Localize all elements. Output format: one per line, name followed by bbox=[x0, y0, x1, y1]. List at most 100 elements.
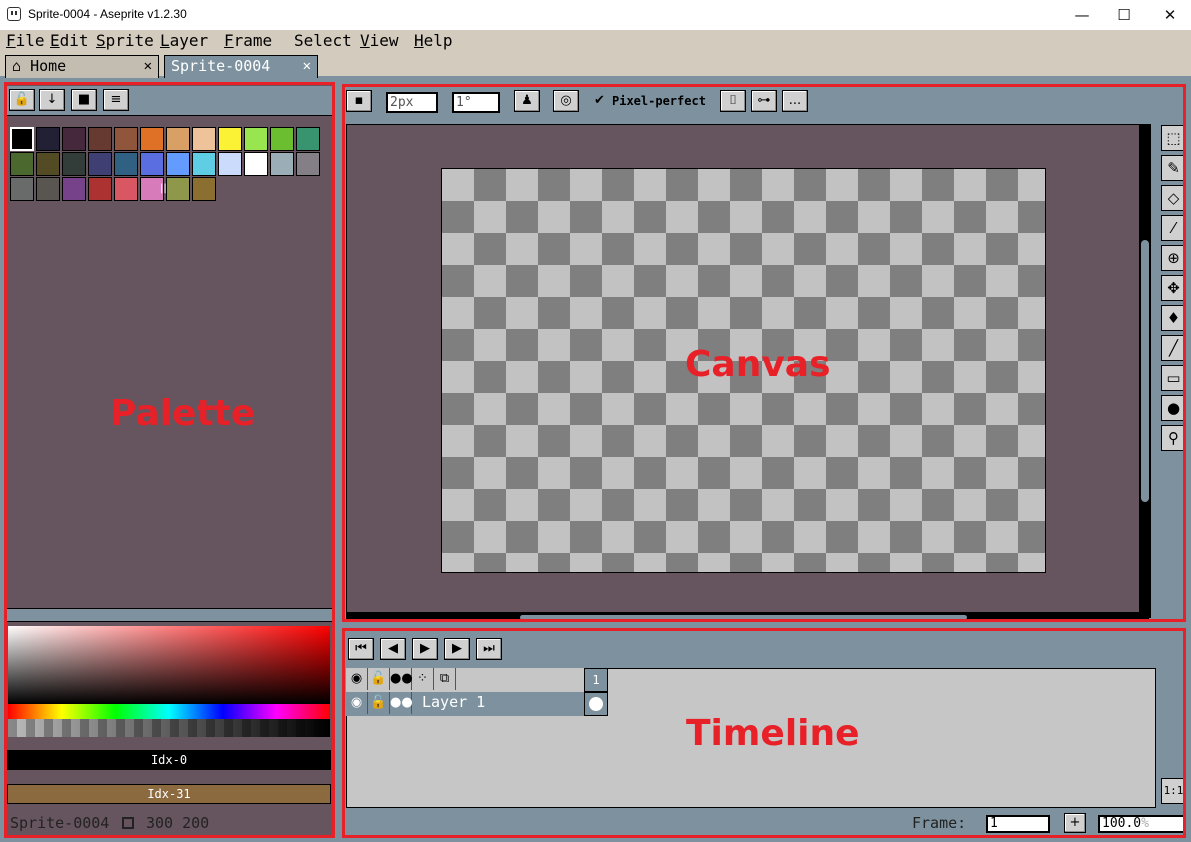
tab-home-close-icon[interactable]: ✕ bbox=[144, 56, 152, 77]
zoom-tool-icon[interactable]: ⊕ bbox=[1161, 245, 1186, 271]
layer-continuous-icon[interactable]: ●● bbox=[390, 692, 413, 714]
palette-swatch[interactable] bbox=[218, 127, 242, 151]
palette-swatch[interactable] bbox=[88, 152, 112, 176]
symmetry-icon[interactable]: ◎ bbox=[553, 90, 579, 112]
tab-home[interactable]: ⌂ Home ✕ bbox=[5, 55, 159, 78]
frame-field[interactable]: 1 bbox=[986, 815, 1050, 833]
menu-view[interactable]: View bbox=[360, 30, 399, 52]
add-frame-icon[interactable]: + bbox=[1064, 813, 1086, 833]
move-tool-icon[interactable]: ✥ bbox=[1161, 275, 1186, 301]
palette-swatch[interactable] bbox=[192, 127, 216, 151]
palette-resize-handle[interactable]: || bbox=[160, 183, 167, 194]
palette-swatch[interactable] bbox=[140, 127, 164, 151]
palette-swatch[interactable] bbox=[114, 177, 138, 201]
blur-tool-icon[interactable]: ⚲ bbox=[1161, 425, 1186, 451]
palette-swatch[interactable] bbox=[62, 177, 86, 201]
palette-swatch[interactable] bbox=[36, 177, 60, 201]
checkmark-icon[interactable]: ✔ bbox=[594, 93, 605, 108]
continuous-header-icon[interactable]: ●● bbox=[390, 668, 413, 690]
palette-swatch[interactable] bbox=[166, 127, 190, 151]
play-icon[interactable]: ▶ bbox=[412, 638, 438, 660]
palette-swatch[interactable] bbox=[192, 152, 216, 176]
palette-swatch[interactable] bbox=[10, 127, 34, 151]
first-frame-icon[interactable]: ⏮ bbox=[348, 638, 374, 660]
palette-swatch[interactable] bbox=[296, 152, 320, 176]
alpha-slider[interactable] bbox=[8, 719, 330, 737]
next-frame-icon[interactable]: ▶ bbox=[444, 638, 470, 660]
more-options-button[interactable]: ... bbox=[782, 90, 808, 112]
brush-type-icon[interactable]: ▪ bbox=[346, 90, 372, 112]
marquee-tool-icon[interactable]: ⬚ bbox=[1161, 125, 1186, 151]
palette-swatch[interactable] bbox=[36, 152, 60, 176]
palette-swatch[interactable] bbox=[166, 152, 190, 176]
palette-swatch[interactable] bbox=[36, 127, 60, 151]
menu-file[interactable]: File bbox=[6, 30, 45, 52]
link-cels-icon[interactable]: ⧉ bbox=[434, 668, 456, 690]
palette-swatch[interactable] bbox=[88, 177, 112, 201]
brush-size-field[interactable]: 2px bbox=[386, 92, 438, 113]
frame-header[interactable]: 1 bbox=[584, 668, 608, 692]
pencil-tool-icon[interactable]: ✎ bbox=[1161, 155, 1186, 181]
rectangle-tool-icon[interactable]: ▭ bbox=[1161, 365, 1186, 391]
dynamics-icon[interactable]: ⊶ bbox=[751, 90, 777, 112]
pixel-perfect-label[interactable]: Pixel-perfect bbox=[612, 94, 706, 108]
menu-sprite[interactable]: Sprite bbox=[96, 30, 154, 52]
lock-icon[interactable]: 🔓 bbox=[9, 89, 35, 111]
palette-swatch[interactable] bbox=[114, 152, 138, 176]
bounds-icon[interactable]: ⌷ bbox=[720, 90, 746, 112]
menu-select[interactable]: Select bbox=[294, 30, 352, 52]
tab-sprite[interactable]: Sprite-0004 ✕ bbox=[164, 55, 318, 78]
eyedropper-tool-icon[interactable]: ⁄ bbox=[1161, 215, 1186, 241]
menu-help[interactable]: Help bbox=[414, 30, 453, 52]
palette-swatch[interactable] bbox=[218, 152, 242, 176]
color-spectrum[interactable] bbox=[8, 626, 330, 704]
background-color-bar[interactable]: Idx-31 bbox=[7, 784, 331, 804]
palette-swatch[interactable] bbox=[62, 152, 86, 176]
onion-skin-icon[interactable]: ⁘ bbox=[412, 668, 434, 690]
brush-angle-field[interactable]: 1° bbox=[452, 92, 500, 113]
previous-frame-icon[interactable]: ◀ bbox=[380, 638, 406, 660]
close-window-button[interactable]: ✕ bbox=[1147, 0, 1191, 30]
layer-lock-icon[interactable]: 🔓 bbox=[368, 692, 390, 714]
visibility-header-icon[interactable]: ◉ bbox=[346, 668, 368, 690]
palette-swatch[interactable] bbox=[270, 152, 294, 176]
zoom-field[interactable]: 100.0% bbox=[1098, 815, 1186, 833]
last-frame-icon[interactable]: ⏭ bbox=[476, 638, 502, 660]
menu-edit[interactable]: Edit bbox=[50, 30, 89, 52]
palette-swatch[interactable] bbox=[166, 177, 190, 201]
palette-swatch[interactable] bbox=[10, 177, 34, 201]
horizontal-scroll-thumb[interactable] bbox=[520, 615, 967, 620]
palette-swatch[interactable] bbox=[296, 127, 320, 151]
eye-icon[interactable]: ◉ bbox=[346, 692, 368, 714]
layer-name[interactable]: Layer 1 bbox=[422, 693, 485, 711]
palette-swatch[interactable] bbox=[62, 127, 86, 151]
tab-sprite-close-icon[interactable]: ✕ bbox=[303, 56, 311, 77]
maximize-button[interactable]: ☐ bbox=[1101, 0, 1147, 30]
line-tool-icon[interactable]: ╱ bbox=[1161, 335, 1186, 361]
palette-splitter[interactable] bbox=[7, 608, 333, 622]
zoom-1-1-button[interactable]: 1:1 bbox=[1161, 778, 1186, 804]
contour-tool-icon[interactable]: ● bbox=[1161, 395, 1186, 421]
hue-slider[interactable] bbox=[8, 704, 330, 719]
menu-frame[interactable]: Frame bbox=[224, 30, 272, 52]
ink-icon[interactable]: ♟ bbox=[514, 90, 540, 112]
palette-menu-icon[interactable]: ≡ bbox=[103, 89, 129, 111]
paint-bucket-tool-icon[interactable]: ♦ bbox=[1161, 305, 1186, 331]
palette-swatch[interactable] bbox=[270, 127, 294, 151]
palette-swatch[interactable] bbox=[244, 152, 268, 176]
palette-swatch[interactable] bbox=[10, 152, 34, 176]
presets-icon[interactable]: ■ bbox=[71, 89, 97, 111]
palette-swatch[interactable] bbox=[88, 127, 112, 151]
menu-layer[interactable]: Layer bbox=[160, 30, 208, 52]
palette-swatch[interactable] bbox=[192, 177, 216, 201]
palette-swatch[interactable] bbox=[244, 127, 268, 151]
foreground-color-bar[interactable]: Idx-0 bbox=[7, 750, 331, 770]
cel[interactable] bbox=[584, 692, 608, 716]
lock-header-icon[interactable]: 🔓 bbox=[368, 668, 390, 690]
vertical-scroll-thumb[interactable] bbox=[1141, 240, 1149, 502]
eraser-tool-icon[interactable]: ◇ bbox=[1161, 185, 1186, 211]
minimize-button[interactable]: — bbox=[1059, 0, 1105, 30]
palette-swatch[interactable] bbox=[140, 152, 164, 176]
sort-down-icon[interactable]: ↓ bbox=[39, 89, 65, 111]
palette-swatch[interactable] bbox=[114, 127, 138, 151]
